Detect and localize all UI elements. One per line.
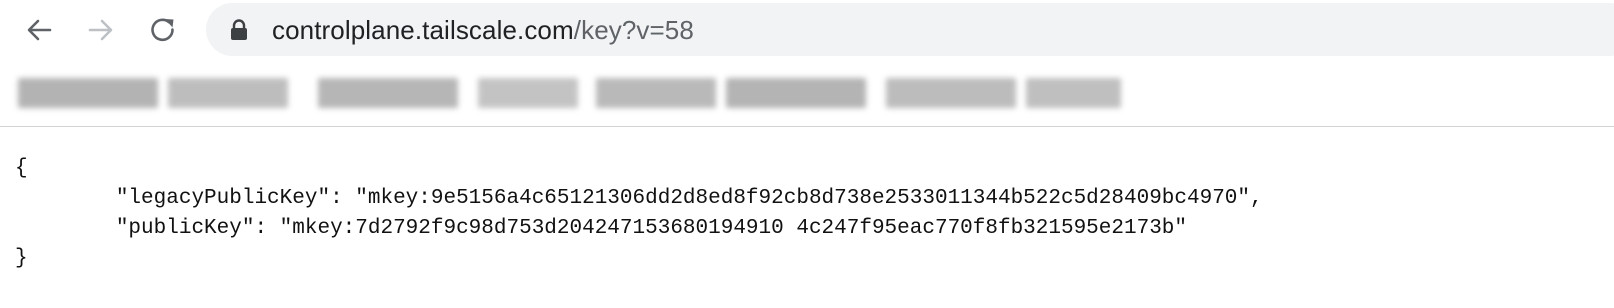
json-line-public-key: "publicKey": "mkey:7d2792f9c98d753d20424… — [15, 217, 1188, 240]
reload-button[interactable] — [143, 10, 183, 50]
obscured-region — [318, 78, 458, 108]
forward-button[interactable] — [81, 10, 121, 50]
back-button[interactable] — [19, 10, 59, 50]
bookmarks-bar-obscured — [0, 60, 1614, 127]
address-bar[interactable]: controlplane.tailscale.com/key?v=58 — [206, 3, 1614, 56]
reload-icon — [148, 15, 178, 45]
obscured-region — [886, 78, 1016, 108]
arrow-right-icon — [86, 15, 116, 45]
json-line-legacy-public-key: "legacyPublicKey": "mkey:9e5156a4c651213… — [15, 187, 1263, 210]
obscured-region — [1026, 78, 1121, 108]
json-open-brace: { — [15, 157, 28, 180]
obscured-region — [168, 78, 288, 108]
obscured-region — [18, 78, 158, 108]
page-content: { "legacyPublicKey": "mkey:9e5156a4c6512… — [0, 127, 1614, 308]
obscured-region — [478, 78, 578, 108]
obscured-region — [596, 78, 716, 108]
url-host: controlplane.tailscale.com — [272, 15, 574, 45]
url-path: /key?v=58 — [573, 15, 694, 45]
lock-icon[interactable] — [230, 19, 248, 46]
obscured-region — [726, 78, 866, 108]
arrow-left-icon — [24, 15, 54, 45]
json-document: { "legacyPublicKey": "mkey:9e5156a4c6512… — [15, 154, 1263, 274]
browser-toolbar: controlplane.tailscale.com/key?v=58 — [0, 0, 1614, 60]
json-close-brace: } — [15, 247, 28, 270]
url-text[interactable]: controlplane.tailscale.com/key?v=58 — [272, 14, 694, 46]
